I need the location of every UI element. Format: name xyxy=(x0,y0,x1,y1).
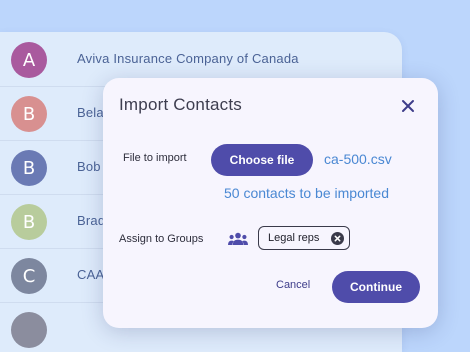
import-contacts-dialog: Import Contacts File to import Choose fi… xyxy=(103,78,438,328)
avatar: C xyxy=(11,258,47,294)
group-icon xyxy=(228,232,248,245)
contacts-count-text: 50 contacts to be imported xyxy=(224,185,389,201)
avatar: B xyxy=(11,150,47,186)
group-chip: Legal reps xyxy=(258,226,350,250)
dialog-title: Import Contacts xyxy=(119,95,242,114)
contact-name: Bob xyxy=(77,159,101,174)
avatar: B xyxy=(11,204,47,240)
avatar: A xyxy=(11,42,47,78)
cancel-button[interactable]: Cancel xyxy=(276,279,310,291)
group-chip-label: Legal reps xyxy=(268,232,320,244)
assign-groups-label: Assign to Groups xyxy=(119,233,204,245)
choose-file-button[interactable]: Choose file xyxy=(211,144,313,176)
contact-name: Brad xyxy=(77,213,106,228)
contact-name: Aviva Insurance Company of Canada xyxy=(77,51,299,66)
selected-file-name: ca-500.csv xyxy=(324,151,392,167)
avatar xyxy=(11,312,47,348)
file-to-import-label: File to import xyxy=(123,152,187,164)
close-icon[interactable] xyxy=(400,98,416,114)
continue-button[interactable]: Continue xyxy=(332,271,420,303)
avatar: B xyxy=(11,96,47,132)
contact-name: Bela xyxy=(77,105,104,120)
remove-chip-icon[interactable] xyxy=(331,232,344,245)
contact-name: CAA xyxy=(77,267,105,282)
